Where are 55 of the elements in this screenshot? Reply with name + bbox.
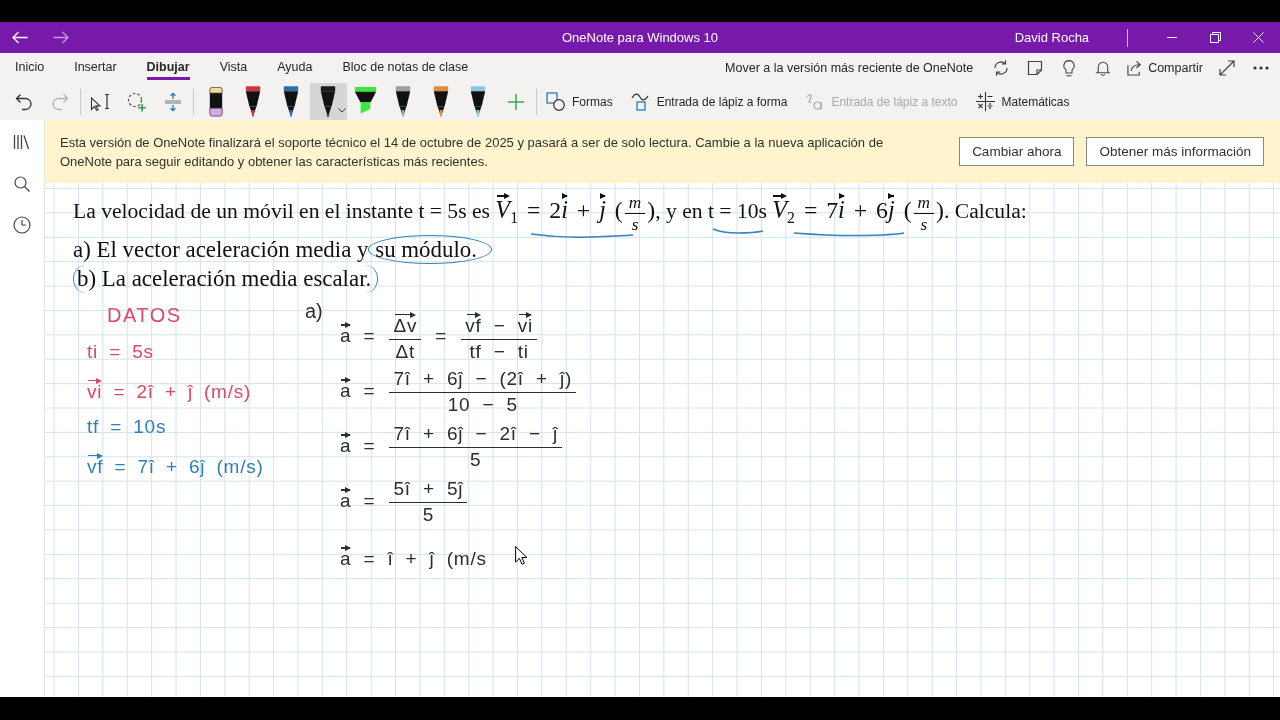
handwritten-note: vf = 7î + 6ĵ (m/s) [87,451,264,478]
ribbon-tab[interactable]: Vista [219,53,248,80]
handwritten-label: a) [305,300,323,321]
handwritten-note: ti = 5s [87,341,154,364]
redo-icon [51,92,69,111]
books-icon [13,134,31,150]
ribbon-tab[interactable]: Bloc de notas de clase [342,53,469,80]
more-icon [1253,66,1269,70]
pen-button[interactable] [309,83,347,120]
diagonal-arrows-icon [1219,60,1235,76]
shapes-button[interactable]: Formas [540,84,619,119]
question-item: a) El vector aceleración media y su módulo. [73,234,492,264]
banner-message: Esta versión de OneNote finalizará el soporte técnico el 14 de octubre de 2025 y pasará a ser de solo lectura. Cambie a la nueva aplicación de OneNote para seguir editando y obtener las características más recientes. [60,133,885,171]
mouse-pointer-icon [515,546,527,565]
handwritten-note: vi = 2î + ĵ (m/s) [87,376,252,403]
ink-to-shape-button[interactable]: Entrada de lápiz a forma [624,84,794,119]
ribbon-tab[interactable]: Dibujar [146,53,190,80]
lightbulb-icon [1063,59,1076,77]
switch-now-button[interactable]: Cambiar ahora [959,137,1075,166]
user-name: David Rocha [1014,30,1090,45]
handwritten-note: tf = 10s [87,416,167,439]
note-icon [1027,60,1044,76]
update-link[interactable]: Mover a la versión más reciente de OneNote [725,61,974,75]
vertical-arrows-icon [164,91,182,112]
close-icon [1252,32,1264,43]
lasso-icon [127,91,147,112]
restore-icon [1209,32,1221,43]
handwritten-heading: DATOS [107,304,182,328]
cursor-ibeam-icon [90,92,112,111]
ribbon-tab[interactable]: Ayuda [277,53,313,80]
more-info-button[interactable]: Obtener más información [1086,137,1264,166]
squiggle-letter-icon [805,92,825,111]
share-button[interactable]: Compartir [1123,54,1207,82]
ribbon-tab[interactable]: Inicio [15,53,45,80]
back-arrow-icon [12,31,28,44]
ribbon-tab[interactable]: Insertar [74,53,117,80]
window-title: OneNote para Windows 10 [561,30,719,45]
handwritten-equation: a = î + ĵ (m/s [340,544,487,571]
forward-arrow-icon [53,31,69,44]
clock-icon [13,216,31,234]
minimize-icon [1166,37,1177,38]
plus-icon [508,93,524,110]
bell-icon [1095,60,1112,76]
caret-icon [338,108,346,113]
sync-icon [992,59,1011,77]
undo-icon [15,92,33,111]
square-circle-icon [546,92,565,111]
math-symbols-icon [975,92,995,111]
eraser-icon [207,86,224,117]
share-icon [1127,60,1144,76]
search-icon [14,175,30,192]
ink-underline [712,228,764,234]
math-button[interactable]: Matemáticas [969,84,1076,119]
curve-square-icon [630,92,650,111]
question-item: b) La aceleración media escalar. [73,263,379,293]
